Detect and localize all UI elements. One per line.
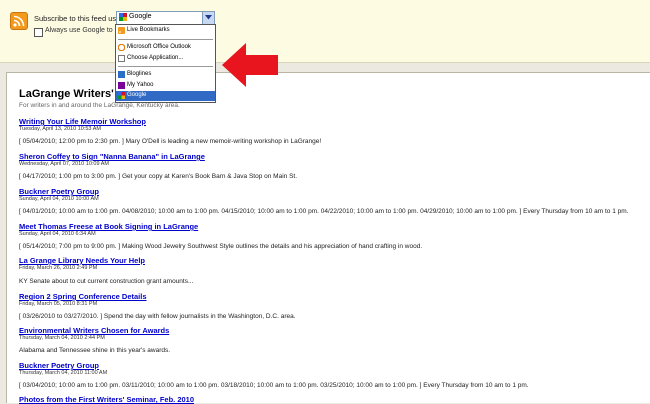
entry-link[interactable]: Region 2 Spring Conference Details [19,292,147,301]
entry-description: KY Senate about to cut current construct… [19,278,194,285]
feed-subtitle: For writers in and around the LaGrange, … [19,102,180,109]
entry-description: [ 05/14/2010; 7:00 pm to 9:00 pm. ] Maki… [19,243,423,250]
entry-date: Sunday, April 04, 2010 10:00 AM [19,196,99,202]
entry-description: Alabama and Tennessee shine in this year… [19,347,171,354]
dropdown-item-label: Google [127,92,147,98]
entry-date: Sunday, April 04, 2010 6:34 AM [19,231,96,237]
section-divider [0,64,650,72]
entry-link[interactable]: Buckner Poetry Group [19,361,99,370]
entry-link[interactable]: Environmental Writers Chosen for Awards [19,326,169,335]
feed-title: LaGrange Writers' Se [19,88,131,100]
entry-date: Thursday, March 04, 2010 2:44 PM [19,335,105,341]
entry-date: Tuesday, April 13, 2010 10:53 AM [19,126,101,132]
entry-link[interactable]: Photos from the First Writers' Seminar, … [19,395,194,404]
dropdown-item-bloglines[interactable]: Bloglines [116,70,215,80]
always-use-label: Always use Google to sub [45,27,126,34]
dropdown-item-label: Live Bookmarks [127,27,170,33]
google-icon [119,13,127,21]
dropdown-item-label: Bloglines [127,71,152,77]
entry-description: [ 04/01/2010; 10:00 am to 1:00 pm. 04/08… [19,208,629,215]
entry-description: [ 05/04/2010; 12:00 pm to 2:30 pm. ] Mar… [19,138,322,145]
feed-reader-select[interactable]: Google [116,11,215,25]
entry-date: Friday, March 05, 2010 8:31 PM [19,301,98,307]
dropdown-item-outlook[interactable]: Microsoft Office Outlook [116,43,215,53]
dropdown-divider [118,39,213,40]
always-use-checkbox[interactable] [34,28,43,37]
dropdown-divider [118,66,213,67]
entry-link[interactable]: Sheron Coffey to Sign "Nanna Banana" in … [19,152,205,161]
dropdown-item-google[interactable]: Google [116,91,215,101]
bloglines-icon [118,71,125,78]
entry-date: Thursday, March 04, 2010 11:00 AM [19,370,108,376]
red-arrow-icon [222,43,278,87]
entry-description: [ 03/04/2010; 10:00 am to 1:00 pm. 03/11… [19,382,529,389]
selected-reader: Google [129,13,152,20]
feed-reader-dropdown: Live Bookmarks Microsoft Office Outlook … [115,24,216,103]
entry-link[interactable]: Buckner Poetry Group [19,187,99,196]
dropdown-item-my-yahoo[interactable]: My Yahoo [116,81,215,91]
live-bookmarks-icon [118,27,125,34]
chevron-down-icon[interactable] [202,12,214,24]
entry-date: Wednesday, April 07, 2010 10:09 AM [19,161,109,167]
entry-link[interactable]: Writing Your Life Memoir Workshop [19,117,146,126]
dropdown-item-label: My Yahoo [127,82,154,88]
application-icon [118,55,125,62]
yahoo-icon [118,82,125,89]
entry-link[interactable]: La Grange Library Needs Your Help [19,256,145,265]
dropdown-item-live-bookmarks[interactable]: Live Bookmarks [116,26,215,36]
google-icon [118,92,125,99]
entry-link[interactable]: Meet Thomas Freese at Book Signing in La… [19,222,198,231]
feed-content: LaGrange Writers' Se For writers in and … [6,72,650,404]
rss-feed-icon [10,12,28,30]
entry-description: [ 03/26/2010 to 03/27/2010. ] Spend the … [19,313,296,320]
entry-description: [ 04/17/2010; 1:00 pm to 3:00 pm. ] Get … [19,173,298,180]
entry-date: Friday, March 26, 2010 2:49 PM [19,265,98,271]
dropdown-item-label: Microsoft Office Outlook [127,44,191,50]
subscribe-bar: Subscribe to this feed using Google Alwa… [0,0,650,63]
dropdown-item-label: Choose Application... [127,55,184,61]
outlook-icon [117,43,126,52]
subscribe-label: Subscribe to this feed using [34,14,127,23]
dropdown-item-choose-application[interactable]: Choose Application... [116,54,215,64]
